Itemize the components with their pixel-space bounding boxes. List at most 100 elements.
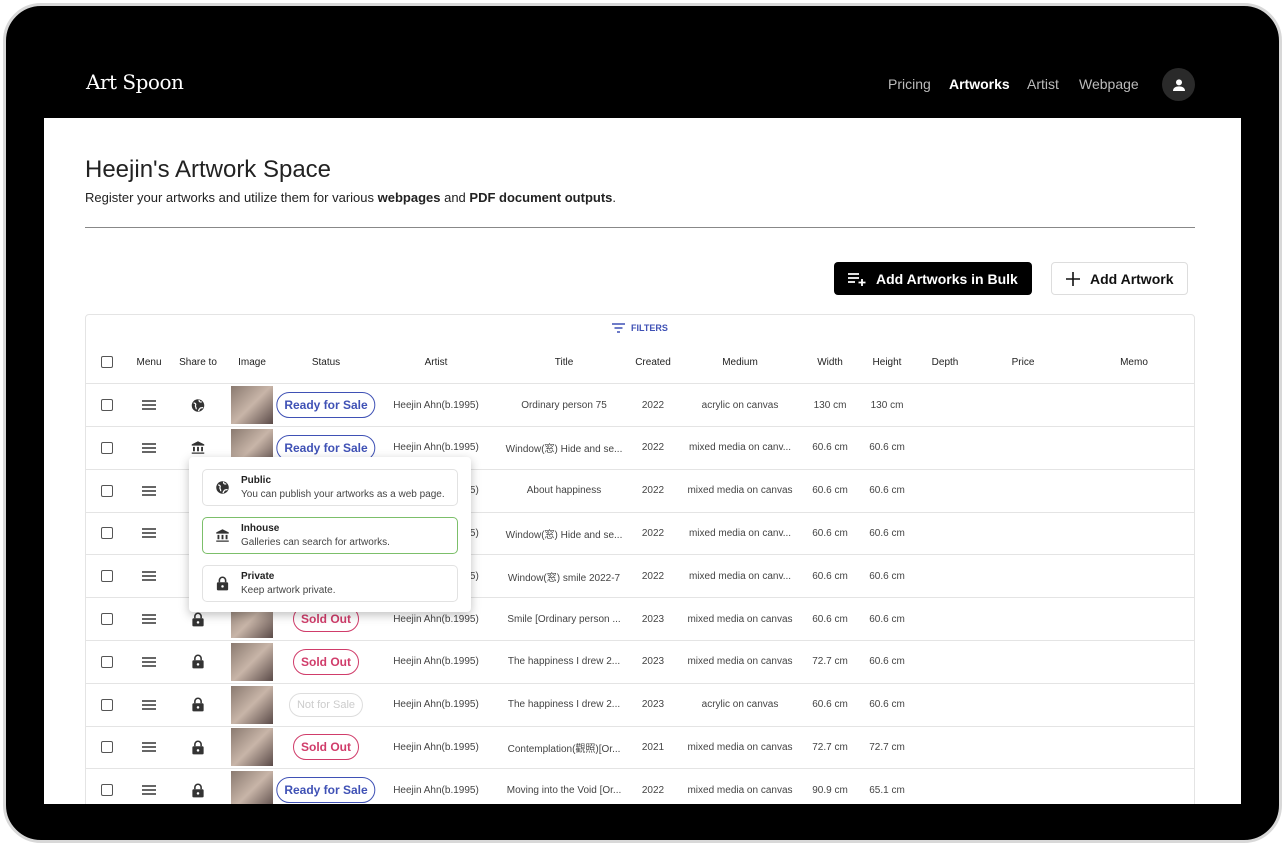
- artwork-thumbnail[interactable]: [231, 726, 273, 768]
- cell-title: Window(窓) smile 2022-7: [507, 572, 621, 584]
- row-checkbox[interactable]: [101, 726, 113, 768]
- select-all-checkbox[interactable]: [101, 341, 113, 383]
- cell-title: Contemplation(觀照)[Or...: [507, 743, 621, 755]
- row-checkbox[interactable]: [101, 470, 113, 512]
- column-header[interactable]: Width: [817, 341, 843, 383]
- table-header: Menu Share to Image Status Artist Title Create…: [86, 341, 1194, 384]
- cell-artist: Heejin Ahn(b.1995): [393, 784, 479, 796]
- cell-medium: mixed media on canvas: [687, 784, 793, 796]
- column-header[interactable]: Price: [1012, 341, 1035, 383]
- table-row[interactable]: Sold Out Heejin Ahn(b.1995) The happiness …: [86, 641, 1194, 684]
- cell-created: 2021: [641, 741, 665, 753]
- status-badge[interactable]: Ready for Sale: [276, 392, 376, 418]
- row-checkbox[interactable]: [101, 769, 113, 804]
- cell-artist: Heejin Ahn(b.1995): [393, 699, 479, 711]
- menu-icon[interactable]: [142, 384, 156, 426]
- cell-title: Window(窓) Hide and se...: [505, 444, 623, 456]
- row-checkbox[interactable]: [101, 598, 113, 640]
- cell-artist: Heejin Ahn(b.1995): [393, 656, 479, 668]
- cell-width: 72.7 cm: [812, 741, 848, 753]
- status-badge[interactable]: Sold Out: [293, 648, 359, 675]
- nav-pricing[interactable]: Pricing: [888, 76, 931, 92]
- menu-icon[interactable]: [142, 641, 156, 683]
- cell-medium: mixed media on canv...: [688, 527, 792, 539]
- lock-icon[interactable]: [192, 726, 205, 768]
- column-header[interactable]: Title: [555, 341, 574, 383]
- row-checkbox[interactable]: [101, 427, 113, 469]
- cell-title: Moving into the Void [Or...: [506, 784, 622, 796]
- cell-created: 2022: [641, 442, 665, 454]
- cell-width: 90.9 cm: [812, 784, 848, 796]
- cell-title: The happiness I drew 2...: [507, 699, 621, 711]
- status-badge[interactable]: Not for Sale: [288, 692, 364, 717]
- row-checkbox[interactable]: [101, 384, 113, 426]
- table-row[interactable]: Not for Sale Heejin Ahn(b.1995) The happin…: [86, 684, 1194, 727]
- share-option-public[interactable]: Public You can publish your artworks as a…: [202, 469, 458, 506]
- table-row[interactable]: Ready for Sale Heejin Ahn(b.1995) Moving i…: [86, 769, 1194, 804]
- column-header[interactable]: Height: [873, 341, 902, 383]
- status-badge[interactable]: Ready for Sale: [276, 777, 376, 804]
- row-checkbox[interactable]: [101, 641, 113, 683]
- row-checkbox[interactable]: [101, 512, 113, 554]
- column-header[interactable]: Artist: [425, 341, 448, 383]
- table-row[interactable]: Ready for Sale Heejin Ahn(b.1995) Ordinary…: [86, 384, 1194, 427]
- lock-icon[interactable]: [192, 769, 205, 804]
- row-checkbox[interactable]: [101, 684, 113, 726]
- option-title: Inhouse: [241, 523, 280, 534]
- column-header[interactable]: Image: [238, 341, 266, 383]
- globe-icon[interactable]: [191, 384, 206, 426]
- nav-artworks[interactable]: Artworks: [949, 76, 1010, 92]
- menu-icon[interactable]: [142, 470, 156, 512]
- menu-icon[interactable]: [142, 512, 156, 554]
- cell-height: 60.6 cm: [869, 656, 905, 668]
- artwork-thumbnail[interactable]: [231, 384, 273, 426]
- cell-height: 130 cm: [870, 399, 904, 411]
- share-option-inhouse[interactable]: Inhouse Galleries can search for artworks…: [202, 517, 458, 554]
- column-header[interactable]: Memo: [1120, 341, 1148, 383]
- cell-created: 2022: [641, 784, 665, 796]
- cell-created: 2022: [641, 485, 665, 497]
- status-badge[interactable]: Sold Out: [293, 734, 359, 761]
- add-artwork-button[interactable]: Add Artwork: [1051, 262, 1189, 295]
- row-checkbox[interactable]: [101, 555, 113, 597]
- column-header[interactable]: Status: [312, 341, 340, 383]
- menu-icon[interactable]: [142, 427, 156, 469]
- cell-height: 60.6 cm: [869, 613, 905, 625]
- artwork-thumbnail[interactable]: [231, 769, 273, 804]
- lock-icon[interactable]: [192, 684, 205, 726]
- nav-artist[interactable]: Artist: [1027, 76, 1059, 92]
- menu-icon[interactable]: [142, 684, 156, 726]
- playlist-add-icon: [848, 272, 866, 286]
- artwork-thumbnail[interactable]: [231, 684, 273, 726]
- column-header[interactable]: Share to: [179, 341, 217, 383]
- filters-button[interactable]: FILTERS: [612, 323, 668, 333]
- share-popover: Public You can publish your artworks as a…: [189, 457, 471, 612]
- logo[interactable]: Art Spoon: [86, 70, 184, 94]
- cell-created: 2023: [641, 613, 665, 625]
- cell-medium: acrylic on canvas: [701, 399, 779, 411]
- cell-title: Window(窓) Hide and se...: [505, 529, 623, 541]
- menu-icon[interactable]: [142, 598, 156, 640]
- column-header[interactable]: Created: [635, 341, 671, 383]
- column-header[interactable]: Medium: [722, 341, 758, 383]
- plus-icon: [1066, 271, 1080, 286]
- cell-width: 60.6 cm: [812, 485, 848, 497]
- table-row[interactable]: Sold Out Heejin Ahn(b.1995) Contemplation(…: [86, 726, 1194, 770]
- lock-icon[interactable]: [192, 641, 205, 683]
- nav-webpage[interactable]: Webpage: [1079, 76, 1139, 92]
- cell-created: 2023: [641, 699, 665, 711]
- cell-height: 60.6 cm: [869, 485, 905, 497]
- add-artworks-bulk-button[interactable]: Add Artworks in Bulk: [834, 262, 1032, 295]
- menu-icon[interactable]: [142, 726, 156, 768]
- cell-created: 2022: [641, 570, 665, 582]
- artwork-thumbnail[interactable]: [231, 641, 273, 683]
- column-header[interactable]: Menu: [136, 341, 161, 383]
- cell-width: 72.7 cm: [812, 656, 848, 668]
- column-header[interactable]: Depth: [932, 341, 959, 383]
- menu-icon[interactable]: [142, 555, 156, 597]
- share-option-private[interactable]: Private Keep artwork private.: [202, 565, 458, 602]
- menu-icon[interactable]: [142, 769, 156, 804]
- option-description: Keep artwork private.: [241, 585, 336, 596]
- option-title: Private: [241, 571, 275, 582]
- account-avatar[interactable]: [1162, 68, 1195, 101]
